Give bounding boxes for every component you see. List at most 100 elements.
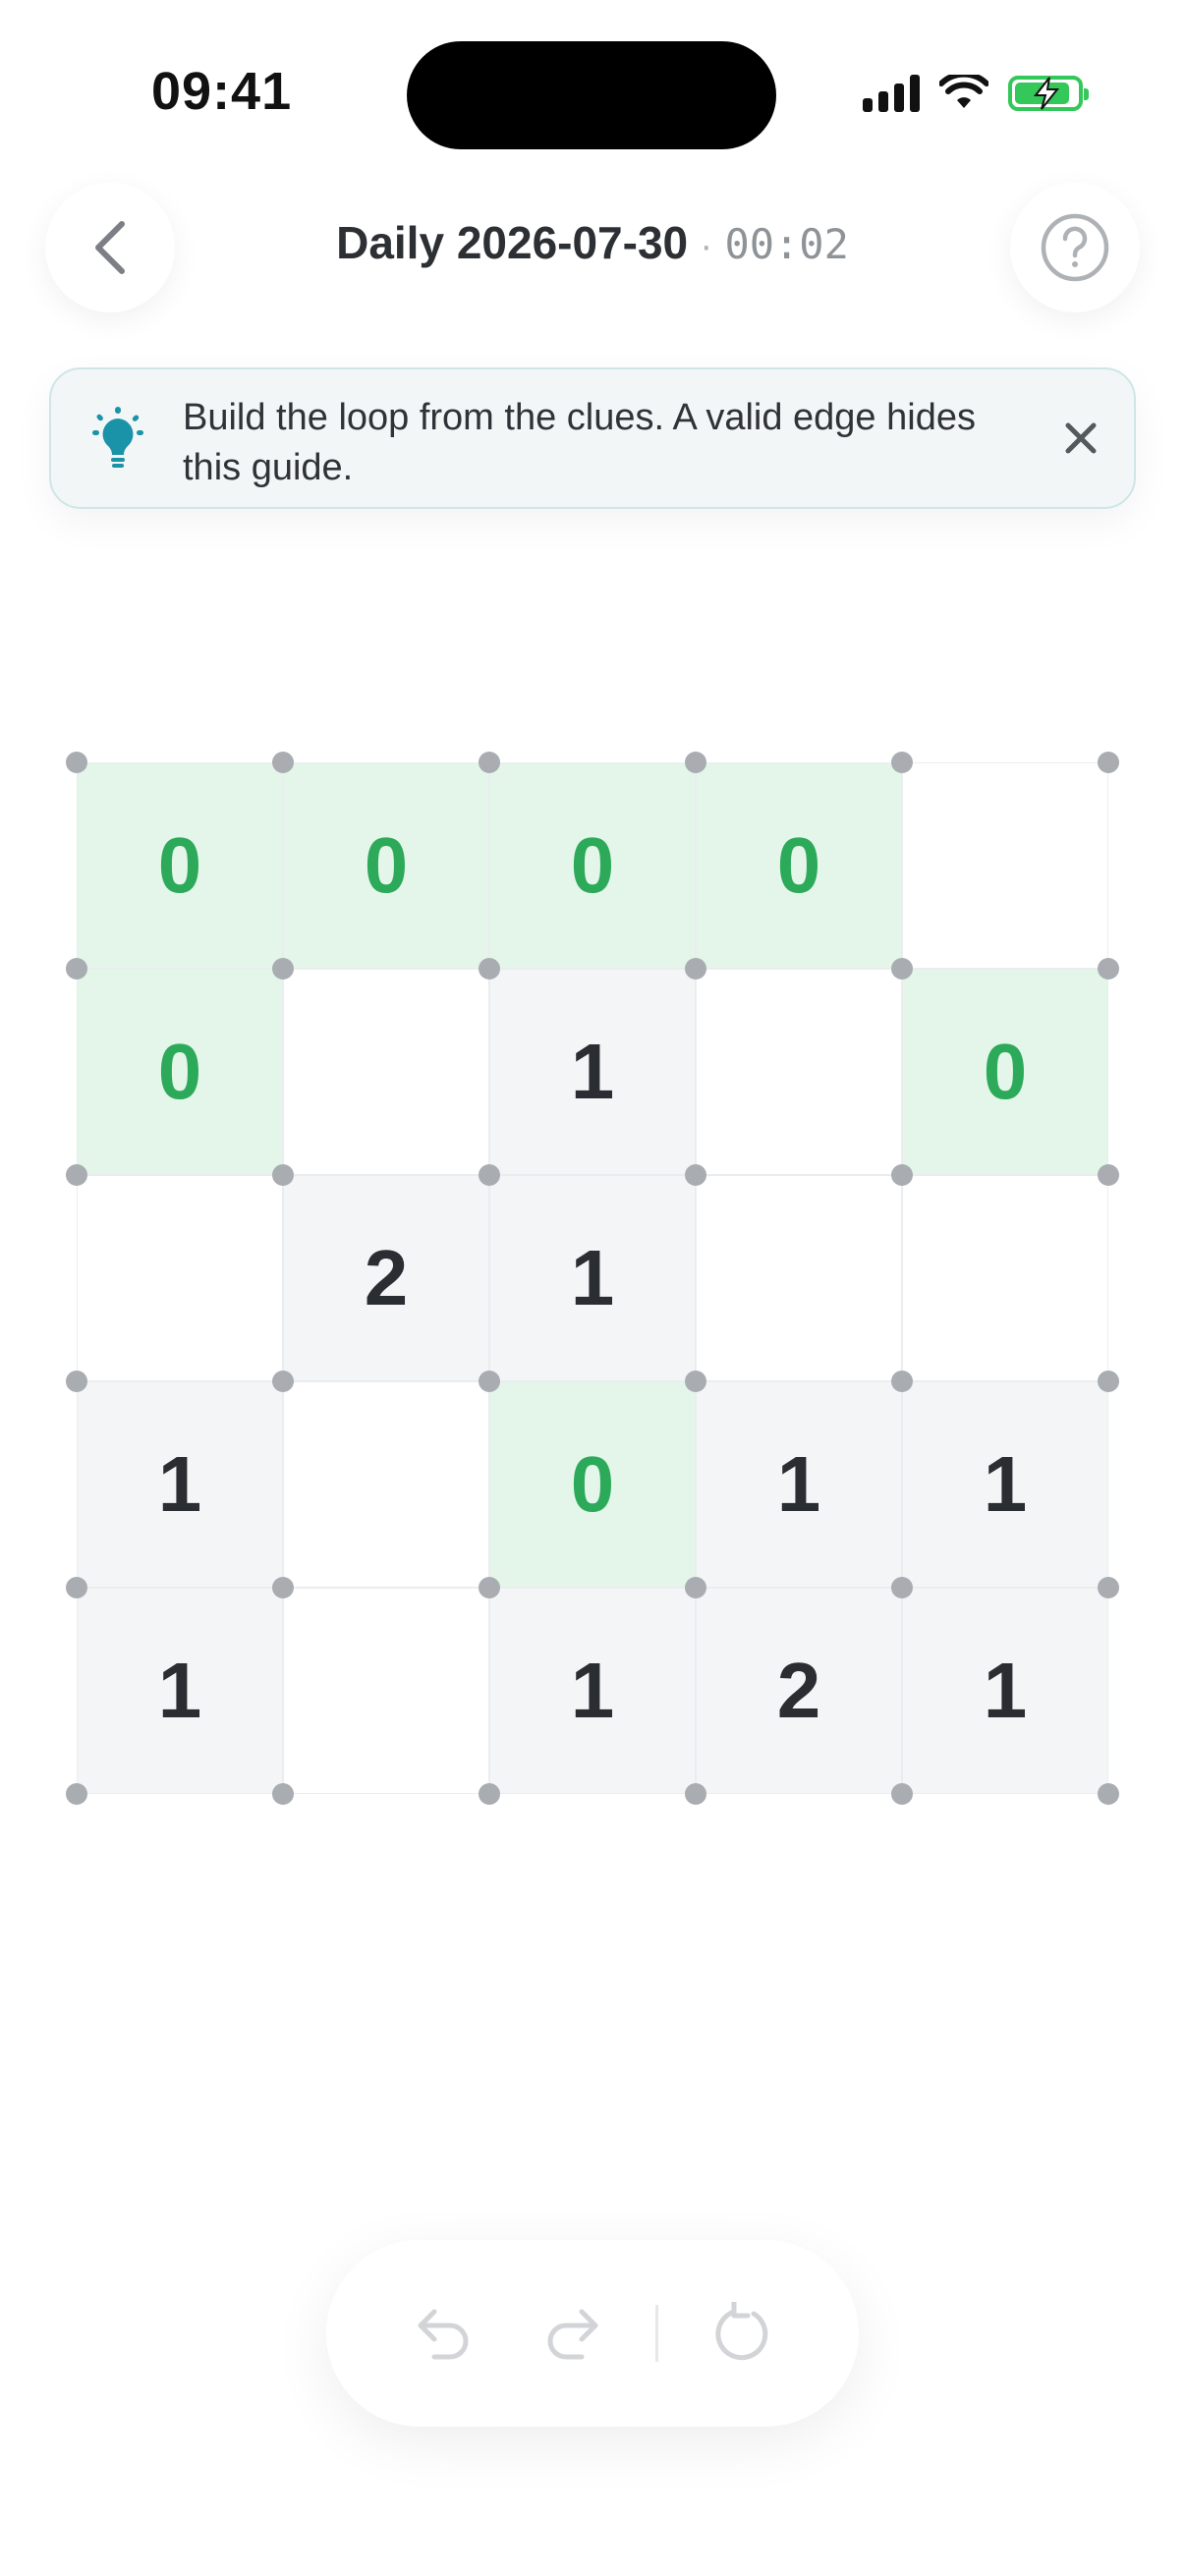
grid-vertex xyxy=(685,1783,706,1805)
help-button[interactable] xyxy=(1010,183,1140,312)
clue-number: 1 xyxy=(983,1440,1028,1528)
grid-cell-r2-c0[interactable] xyxy=(77,1175,283,1381)
clue-number: 0 xyxy=(570,821,615,909)
grid-cell-r4-c1[interactable] xyxy=(283,1588,489,1794)
redo-icon xyxy=(547,2309,597,2360)
grid-vertex xyxy=(1098,1164,1119,1186)
grid-cell-r4-c0[interactable]: 1 xyxy=(77,1588,283,1794)
grid-vertex xyxy=(891,752,913,773)
clue-number: 0 xyxy=(776,821,821,909)
page-title: Daily 2026-07-30 · 00:02 xyxy=(0,216,1185,269)
grid-vertex xyxy=(891,1783,913,1805)
undo-icon xyxy=(418,2309,468,2360)
grid-vertex xyxy=(685,1577,706,1598)
reset-icon xyxy=(714,2302,767,2361)
clue-number: 0 xyxy=(364,821,409,909)
clue-number: 0 xyxy=(157,821,202,909)
grid-vertex xyxy=(685,752,706,773)
grid-vertex xyxy=(66,1577,87,1598)
grid-cell-r0-c1[interactable]: 0 xyxy=(283,762,489,969)
clue-number: 1 xyxy=(983,1647,1028,1734)
grid-vertex xyxy=(66,1371,87,1392)
question-icon xyxy=(1041,213,1109,282)
grid-cell-r3-c2[interactable]: 0 xyxy=(489,1381,696,1588)
grid-cell-r1-c0[interactable]: 0 xyxy=(77,969,283,1175)
grid-vertex xyxy=(891,958,913,980)
clue-number: 1 xyxy=(570,1647,615,1734)
grid-cell-r1-c4[interactable]: 0 xyxy=(902,969,1108,1175)
grid-vertex xyxy=(479,1783,500,1805)
reset-button[interactable] xyxy=(678,2269,806,2397)
grid-vertex xyxy=(479,752,500,773)
clue-number: 1 xyxy=(776,1440,821,1528)
action-toolbar xyxy=(326,2240,859,2427)
clue-number: 0 xyxy=(983,1028,1028,1115)
lightbulb-icon xyxy=(92,407,143,468)
grid-cell-r4-c4[interactable]: 1 xyxy=(902,1588,1108,1794)
clue-number: 1 xyxy=(570,1234,615,1321)
grid-cell-r0-c2[interactable]: 0 xyxy=(489,762,696,969)
puzzle-title: Daily 2026-07-30 xyxy=(336,217,689,268)
clue-number: 1 xyxy=(157,1440,202,1528)
grid-cell-r0-c4[interactable] xyxy=(902,762,1108,969)
toolbar-divider xyxy=(654,2305,658,2362)
grid-cell-r4-c3[interactable]: 2 xyxy=(696,1588,902,1794)
grid-cell-r3-c1[interactable] xyxy=(283,1381,489,1588)
grid-vertex xyxy=(479,1164,500,1186)
grid-vertex xyxy=(1098,1371,1119,1392)
clue-number: 2 xyxy=(776,1647,821,1734)
undo-button[interactable] xyxy=(380,2269,508,2397)
grid-vertex xyxy=(891,1371,913,1392)
clue-number: 1 xyxy=(157,1647,202,1734)
status-time: 09:41 xyxy=(151,62,293,121)
title-separator: · xyxy=(700,224,713,267)
grid-cell-r1-c3[interactable] xyxy=(696,969,902,1175)
wifi-icon xyxy=(939,75,988,108)
close-hint-button[interactable] xyxy=(1055,413,1106,464)
grid-vertex xyxy=(891,1577,913,1598)
puzzle-board[interactable]: 0 0 0 0 0 1 0 2 1 1 0 1 1 1 1 2 1 xyxy=(66,752,1119,1805)
elapsed-timer: 00:02 xyxy=(724,220,849,268)
grid-cell-r3-c3[interactable]: 1 xyxy=(696,1381,902,1588)
close-icon xyxy=(1065,422,1097,454)
grid-cell-r4-c2[interactable]: 1 xyxy=(489,1588,696,1794)
grid-vertex xyxy=(66,1783,87,1805)
grid-vertex xyxy=(66,1164,87,1186)
grid-vertex xyxy=(685,1164,706,1186)
hint-banner: Build the loop from the clues. A valid e… xyxy=(49,367,1136,509)
grid-cell-r0-c3[interactable]: 0 xyxy=(696,762,902,969)
grid-cell-r2-c1[interactable]: 2 xyxy=(283,1175,489,1381)
cellular-signal-icon xyxy=(863,75,920,112)
clue-number: 0 xyxy=(570,1440,615,1528)
dynamic-island xyxy=(407,41,776,149)
grid-cell-r1-c2[interactable]: 1 xyxy=(489,969,696,1175)
clue-number: 0 xyxy=(157,1028,202,1115)
grid-vertex xyxy=(479,1577,500,1598)
grid-vertex xyxy=(1098,1783,1119,1805)
grid-vertex xyxy=(479,1371,500,1392)
grid-vertex xyxy=(685,1371,706,1392)
grid-vertex xyxy=(272,958,294,980)
grid-cell-r2-c3[interactable] xyxy=(696,1175,902,1381)
hint-text: Build the loop from the clues. A valid e… xyxy=(183,397,976,488)
grid-cell-r1-c1[interactable] xyxy=(283,969,489,1175)
clue-number: 1 xyxy=(570,1028,615,1115)
grid-vertex xyxy=(272,1783,294,1805)
grid-vertex xyxy=(1098,958,1119,980)
grid-vertex xyxy=(272,1577,294,1598)
grid-vertex xyxy=(272,1371,294,1392)
grid-vertex xyxy=(1098,752,1119,773)
grid-vertex xyxy=(1098,1577,1119,1598)
grid-vertex xyxy=(272,752,294,773)
grid-vertex xyxy=(272,1164,294,1186)
grid-vertex xyxy=(66,752,87,773)
redo-button[interactable] xyxy=(508,2269,636,2397)
grid-cell-r2-c4[interactable] xyxy=(902,1175,1108,1381)
grid-vertex xyxy=(479,958,500,980)
grid-cell-r0-c0[interactable]: 0 xyxy=(77,762,283,969)
battery-icon xyxy=(1008,76,1089,111)
status-icons xyxy=(863,75,1089,112)
grid-cell-r3-c0[interactable]: 1 xyxy=(77,1381,283,1588)
grid-cell-r3-c4[interactable]: 1 xyxy=(902,1381,1108,1588)
grid-cell-r2-c2[interactable]: 1 xyxy=(489,1175,696,1381)
